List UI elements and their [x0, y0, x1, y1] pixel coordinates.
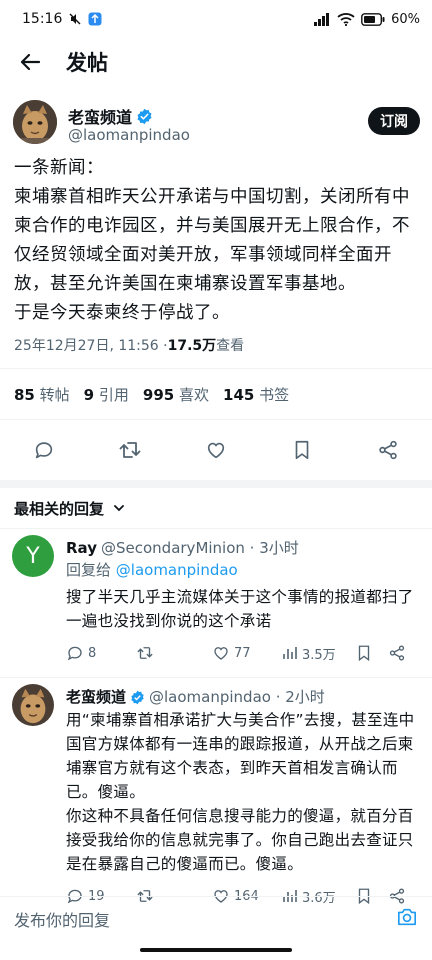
quotes-label: 引用 [98, 385, 129, 404]
reply-text: 用“柬埔寨首相承诺扩大与美合作”去搜，甚至连中国官方媒体都有一连串的跟踪报道，从… [66, 708, 418, 876]
verified-badge-icon [131, 690, 144, 704]
tweet-views-count: 17.5万 [167, 338, 217, 354]
bookmarks-label: 书签 [259, 385, 290, 404]
author-name[interactable]: 老蛮频道 [68, 104, 132, 128]
reply-to: 回复给 @laomanpindao [66, 559, 418, 581]
tweet-actions [0, 420, 432, 480]
reply-author-handle[interactable]: @SecondaryMinion · 3小时 [101, 537, 299, 559]
likes-stat[interactable]: 995 喜欢 [143, 384, 209, 405]
bookmarks-count: 145 [223, 385, 255, 404]
reply-retweet-button[interactable] [136, 644, 212, 662]
views-chart-icon [283, 647, 297, 659]
reply-compose-bar[interactable]: 发布你的回复 [0, 896, 432, 940]
battery-icon [361, 12, 385, 26]
retweet-button[interactable] [118, 438, 142, 462]
tweet-stats: 85 转帖 9 引用 995 喜欢 145 书签 [0, 369, 432, 419]
share-icon [389, 645, 405, 661]
heart-icon [207, 442, 225, 459]
reply-sort-label: 最相关的回复 [14, 499, 105, 518]
reply-replies-count: 8 [88, 645, 97, 661]
camera-icon [398, 908, 416, 925]
back-arrow-icon [20, 53, 41, 71]
reply-text: 搜了半天几乎主流媒体关于这个事情的报道都扫了一遍也没找到你说的这个承诺 [66, 585, 418, 633]
tweet-text-line: 一条新闻： [14, 158, 104, 178]
reply-icon [67, 646, 82, 661]
reply-author-name[interactable]: Ray [66, 537, 97, 559]
share-button[interactable] [376, 438, 400, 462]
reply-author-handle[interactable]: @laomanpindao · 2小时 [149, 686, 325, 708]
reply-actions: 8 77 3.5万 [66, 637, 418, 669]
tweet-timestamp[interactable]: 25年12月27日, 11:56 · [14, 335, 168, 355]
reply-reply-button[interactable]: 8 [66, 644, 136, 662]
likes-count: 995 [142, 385, 175, 404]
reply-avatar[interactable]: Y [12, 535, 54, 577]
author-handle[interactable]: @laomanpindao [68, 126, 190, 144]
reply-compose-input[interactable]: 发布你的回复 [14, 907, 110, 931]
battery-level: 60% [391, 11, 420, 27]
retweet-icon [137, 647, 153, 659]
reply-bookmark-button[interactable] [356, 644, 388, 662]
reply-icon [35, 442, 53, 459]
status-bar: 15:16 60% [0, 0, 432, 38]
subscribe-button[interactable]: 订阅 [368, 107, 420, 135]
author-row: 老蛮频道 @laomanpindao 订阅 [0, 92, 432, 154]
wifi-icon [337, 12, 355, 26]
reply-likes-count: 77 [234, 645, 251, 661]
muted-icon [68, 12, 82, 26]
reply-share-button[interactable] [388, 644, 406, 662]
main-tweet: 老蛮频道 @laomanpindao 订阅 一条新闻： 柬埔寨首相昨天公开承诺与… [0, 92, 432, 912]
app-header: 发帖 [0, 38, 432, 86]
bookmark-button[interactable] [290, 438, 314, 462]
page-title: 发帖 [66, 51, 108, 75]
retweets-count: 85 [14, 385, 35, 404]
author-avatar[interactable] [13, 100, 57, 144]
reply-to-handle[interactable]: @laomanpindao [116, 561, 238, 579]
tweet-text-line: 柬埔寨首相昨天公开承诺与中国切割，关闭所有中柬合作的电诈园区，并与美国展开无上限… [14, 187, 410, 294]
reply-views-count: 3.5万 [302, 647, 336, 663]
reply-header: Ray @SecondaryMinion · 3小时 [66, 537, 418, 559]
home-indicator[interactable] [140, 948, 292, 952]
reply-item[interactable]: 老蛮频道 @laomanpindao · 2小时 用“柬埔寨首相承诺扩大与美合作… [0, 678, 432, 912]
reply-item[interactable]: Y Ray @SecondaryMinion · 3小时 回复给 @laoman… [0, 529, 432, 669]
bookmark-icon [295, 440, 309, 460]
reply-text-line: 用“柬埔寨首相承诺扩大与美合作”去搜，甚至连中国官方媒体都有一连串的跟踪报道，从… [66, 711, 415, 801]
quotes-count: 9 [83, 385, 95, 404]
verified-badge-icon [137, 108, 152, 124]
share-icon [379, 440, 397, 460]
reply-avatar[interactable] [12, 684, 54, 726]
reply-sort-selector[interactable]: 最相关的回复 [0, 488, 432, 528]
reply-header: 老蛮频道 @laomanpindao · 2小时 [66, 686, 418, 708]
chevron-down-icon [114, 505, 124, 512]
reply-text-line: 你这种不具备任何信息搜寻能力的傻逼，就百分百接受我给你的信息就完事了。你自己跑出… [66, 807, 414, 873]
reply-button[interactable] [32, 438, 56, 462]
reply-like-button[interactable]: 77 [212, 644, 282, 662]
system-nav-bar [0, 940, 432, 960]
tweet-text-line: 于是今天泰柬终于停战了。 [14, 303, 230, 323]
tweet-views-label: 查看 [216, 338, 245, 354]
bookmarks-stat[interactable]: 145 书签 [223, 384, 289, 405]
like-button[interactable] [204, 438, 228, 462]
reply-to-prefix: 回复给 [66, 561, 116, 579]
reply-author-name[interactable]: 老蛮频道 [66, 686, 126, 708]
retweet-icon [119, 442, 141, 458]
likes-label: 喜欢 [179, 385, 210, 404]
tweet-body: 一条新闻： 柬埔寨首相昨天公开承诺与中国切割，关闭所有中柬合作的电诈园区，并与美… [0, 154, 432, 328]
bookmark-icon [358, 645, 370, 662]
retweets-label: 转帖 [39, 385, 70, 404]
heart-icon [214, 647, 228, 660]
signal-icon [313, 12, 331, 26]
app-notification-icon [88, 12, 102, 26]
section-gap [0, 480, 432, 488]
back-button[interactable] [0, 38, 60, 86]
tweet-meta: 25年12月27日, 11:56 · 17.5万 查看 [0, 332, 432, 358]
author-name-row[interactable]: 老蛮频道 [68, 104, 153, 128]
camera-button[interactable] [396, 907, 418, 931]
status-time: 15:16 [22, 11, 63, 27]
reply-text-line: 搜了半天几乎主流媒体关于这个事情的报道都扫了一遍也没找到你说的这个承诺 [66, 588, 414, 630]
avatar-letter: Y [26, 543, 40, 569]
retweets-stat[interactable]: 85 转帖 [14, 384, 70, 405]
quotes-stat[interactable]: 9 引用 [84, 384, 129, 405]
reply-views[interactable]: 3.5万 [282, 644, 356, 663]
